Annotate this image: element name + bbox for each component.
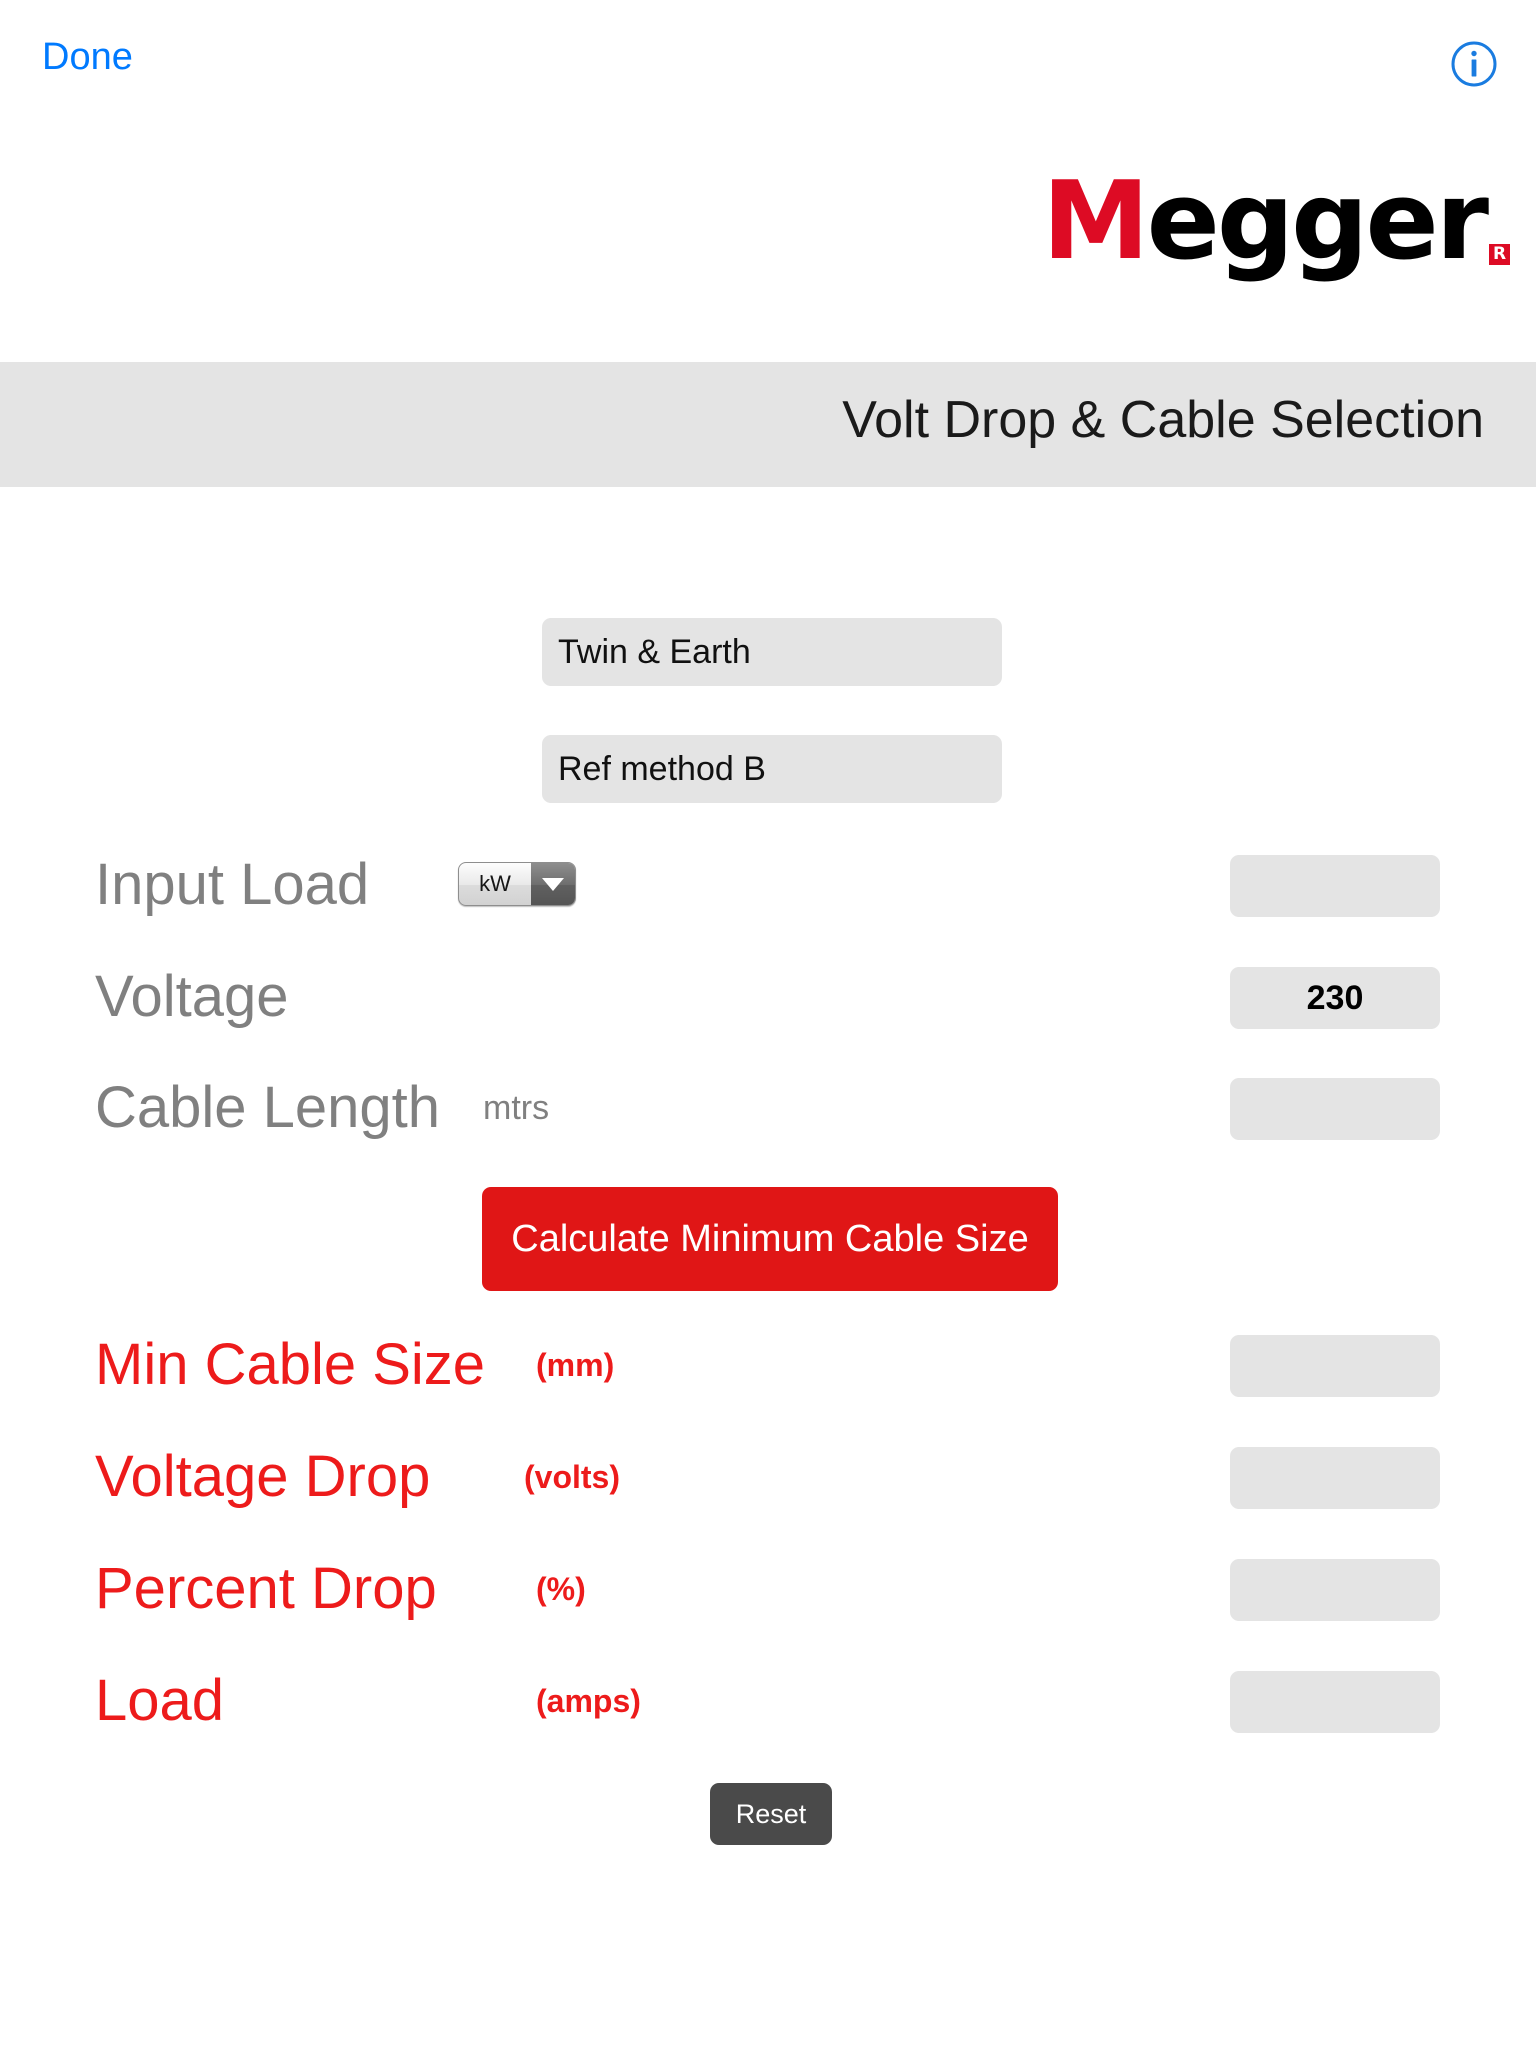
registered-trademark-icon: R (1489, 243, 1510, 265)
min-cable-size-row: Min Cable Size (mm) (0, 1320, 1536, 1410)
load-row: Load (amps) (0, 1656, 1536, 1746)
logo-wordmark: egger (1146, 159, 1489, 284)
load-unit: (amps) (536, 1683, 641, 1719)
percent-drop-unit: (%) (536, 1571, 586, 1607)
min-cable-size-unit: (mm) (536, 1347, 615, 1383)
ref-method-value: Ref method B (558, 749, 766, 788)
ref-method-selector[interactable]: Ref method B (542, 735, 1002, 803)
voltage-drop-label: Voltage Drop (95, 1444, 431, 1509)
cable-type-value: Twin & Earth (558, 632, 751, 671)
voltage-drop-field[interactable] (1230, 1447, 1440, 1509)
done-button[interactable]: Done (42, 38, 133, 76)
voltage-row: Voltage 230 (0, 952, 1536, 1042)
voltage-drop-row: Voltage Drop (volts) (0, 1432, 1536, 1522)
input-load-row: Input Load kW (0, 840, 1536, 930)
cable-length-unit: mtrs (483, 1089, 550, 1127)
input-load-field[interactable] (1230, 855, 1440, 917)
min-cable-size-field[interactable] (1230, 1335, 1440, 1397)
reset-button[interactable]: Reset (710, 1783, 832, 1845)
load-field[interactable] (1230, 1671, 1440, 1733)
input-load-label: Input Load (95, 852, 370, 917)
calculate-minimum-cable-size-button[interactable]: Calculate Minimum Cable Size (482, 1187, 1058, 1291)
cable-length-row: Cable Length mtrs (0, 1063, 1536, 1153)
input-load-unit-select[interactable]: kW (458, 862, 576, 906)
cable-type-selector[interactable]: Twin & Earth (542, 618, 1002, 686)
cable-length-field[interactable] (1230, 1078, 1440, 1140)
input-load-unit-value: kW (479, 871, 511, 896)
percent-drop-label: Percent Drop (95, 1556, 437, 1621)
info-circle-icon[interactable] (1450, 40, 1498, 88)
page-title: Volt Drop & Cable Selection (842, 391, 1484, 449)
chevron-down-icon (531, 863, 575, 905)
voltage-drop-unit: (volts) (524, 1459, 620, 1495)
voltage-label: Voltage (95, 964, 289, 1029)
percent-drop-field[interactable] (1230, 1559, 1440, 1621)
logo-initial: M (1042, 159, 1149, 284)
min-cable-size-label: Min Cable Size (95, 1332, 486, 1397)
voltage-field[interactable]: 230 (1230, 967, 1440, 1029)
page-title-band: Volt Drop & Cable Selection (0, 362, 1536, 487)
top-navigation-bar: Done (0, 0, 1536, 100)
load-label: Load (95, 1668, 225, 1733)
megger-logo: Megger R (1042, 159, 1510, 284)
percent-drop-row: Percent Drop (%) (0, 1544, 1536, 1634)
cable-length-label: Cable Length (95, 1075, 441, 1140)
